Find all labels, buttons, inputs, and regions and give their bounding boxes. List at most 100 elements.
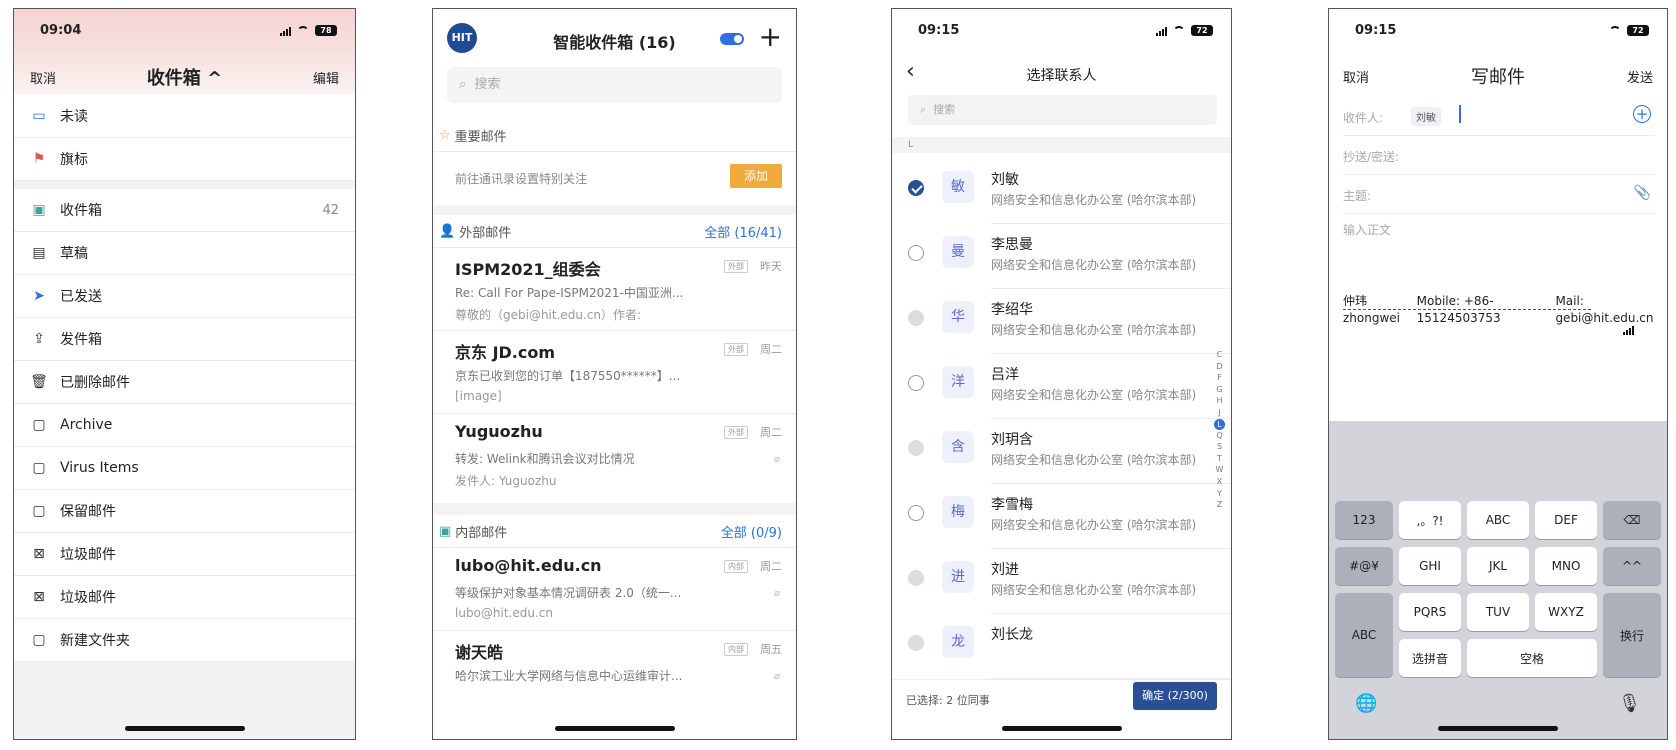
mailbox-item[interactable]: ▢ 新建文件夹 [14,619,355,662]
key-newline[interactable]: 换行 [1603,593,1661,677]
index-letter[interactable]: D [1216,361,1222,373]
compose-plus-icon[interactable]: + [759,23,782,51]
index-letter[interactable]: Y [1217,488,1222,500]
text-cursor [1459,105,1461,123]
contact-row[interactable]: 华 李绍华 网络安全和信息化办公室 (哈尔滨本部) [892,285,1231,354]
index-letter[interactable]: W [1216,464,1224,476]
mail-list-item[interactable]: 京东 JD.com 外部 周二 京东已收到您的订单【187550******】... [… [433,330,796,413]
to-field[interactable]: 收件人: 刘敏 + [1343,97,1655,136]
signal-icon [280,26,291,36]
key-punctuation[interactable]: ,。?! [1399,501,1461,539]
contact-row[interactable]: 敏 刘敏 网络安全和信息化办公室 (哈尔滨本部) [892,155,1231,224]
body-input[interactable]: 输入正文 [1343,221,1391,238]
subject-field[interactable]: 主题: 📎 [1343,175,1655,214]
index-letter[interactable]: S [1217,441,1222,453]
index-letter[interactable]: C [1217,349,1223,361]
mailbox-item[interactable]: ▣ 收件箱 42 [14,189,355,232]
index-letter[interactable]: Z [1217,499,1222,511]
select-radio[interactable] [908,440,924,456]
select-radio[interactable] [908,375,924,391]
index-letter[interactable]: X [1217,476,1222,488]
key-pinyin[interactable]: 选拼音 [1399,639,1461,677]
inbox-icon: ▣ [32,202,46,218]
select-radio[interactable] [908,635,924,651]
mailbox-item[interactable]: ⊠ 垃圾邮件 [14,533,355,576]
key-space[interactable]: 空格 [1467,639,1597,677]
contact-row[interactable]: 含 刘玥含 网络安全和信息化办公室 (哈尔滨本部) [892,415,1231,484]
cc-bcc-field[interactable]: 抄送/密送: [1343,136,1655,175]
mailbox-item[interactable]: ▤ 草稿 [14,232,355,275]
index-letter[interactable]: J [1218,407,1220,419]
mail-list-item[interactable]: ISPM2021_组委会 外部 昨天 Re: Call For Pape-ISPM20… [433,247,796,330]
send-button[interactable]: 发送 [1627,67,1653,86]
select-radio[interactable] [908,245,924,261]
contact-row[interactable]: 梅 李雪梅 网络安全和信息化办公室 (哈尔滨本部) [892,480,1231,549]
globe-icon[interactable]: 🌐 [1355,693,1377,714]
mailbox-item[interactable]: 🗑 已删除邮件 [14,361,355,404]
key-abc-mode[interactable]: ABC [1335,593,1393,677]
index-letter[interactable]: L [1214,418,1225,430]
mailbox-item[interactable]: ▢ Archive [14,404,355,447]
contact-row[interactable]: 洋 吕洋 网络安全和信息化办公室 (哈尔滨本部) [892,350,1231,419]
contact-row[interactable]: 曼 李思曼 网络安全和信息化办公室 (哈尔滨本部) [892,220,1231,289]
mailbox-item[interactable]: ⚑ 旗标 [14,138,355,181]
mailbox-item-label: 旗标 [60,152,88,168]
smart-mode-toggle[interactable] [720,33,744,45]
index-letter[interactable]: F [1217,372,1222,384]
mailbox-item[interactable]: ⇪ 发件箱 [14,318,355,361]
contact-row[interactable]: 进 刘进 网络安全和信息化办公室 (哈尔滨本部) [892,545,1231,614]
select-radio[interactable] [908,570,924,586]
folder-icon: ▢ [32,417,46,433]
mail-list-item[interactable]: lubo@hit.edu.cn 内部 周二 等级保护对象基本情况调研表 2.0（统一.… [433,547,796,630]
select-radio[interactable] [908,505,924,521]
edit-button[interactable]: 编辑 [313,68,339,87]
key-ghi[interactable]: GHI [1399,547,1461,585]
backspace-key[interactable]: ⌫ [1603,501,1661,539]
key-mno[interactable]: MNO [1535,547,1597,585]
search-input[interactable]: ⌕ 搜索 [447,67,782,103]
key-tuv[interactable]: TUV [1467,593,1529,631]
mail-date: 周二 [760,426,782,439]
mailbox-item[interactable]: ⊠ 垃圾邮件 [14,576,355,619]
add-button[interactable]: 添加 [730,164,782,188]
index-letter[interactable]: H [1216,395,1222,407]
status-bar: 09:15 72 [918,23,1213,43]
mail-list-item[interactable]: Yuguozhu 外部 周二 转发: Welink和腾讯会议对比情况 ⌀ 发件人: Yug… [433,413,796,496]
microphone-icon[interactable]: 🎙 [1618,693,1641,714]
key-pqrs[interactable]: PQRS [1399,593,1461,631]
confirm-button[interactable]: 确定 (2/300) [1133,682,1217,710]
key-emoji[interactable]: ^^ [1603,547,1661,585]
search-input[interactable]: ⌕ 搜索 [908,95,1217,125]
contact-name: 李思曼 [991,237,1033,253]
mail-tag: 外部 [724,343,748,356]
key-jkl[interactable]: JKL [1467,547,1529,585]
key-abc[interactable]: ABC [1467,501,1529,539]
attachment-icon[interactable]: 📎 [1634,185,1651,201]
add-recipient-icon[interactable]: + [1633,105,1651,123]
external-all-link[interactable]: 全部 (16/41) [704,222,782,241]
signature-block: 仲玮 zhongwei Mobile: +86-15124503753 Mail… [1343,294,1667,327]
index-letter[interactable]: G [1216,384,1222,396]
mail-list-item[interactable]: 谢天皓 内部 周五 哈尔滨工业大学网络与信息中心运维审计... ⌀ [433,630,796,713]
internal-all-link[interactable]: 全部 (0/9) [721,522,782,541]
index-letter[interactable]: T [1217,453,1222,465]
key-def[interactable]: DEF [1535,501,1597,539]
mailbox-item[interactable]: ➤ 已发送 [14,275,355,318]
mailbox-title-dropdown[interactable]: 收件箱 ^ [14,64,355,90]
index-letter[interactable]: Q [1216,430,1222,442]
mailbox-item[interactable]: ▢ 保留邮件 [14,490,355,533]
search-icon: ⌕ [459,77,467,92]
key-wxyz[interactable]: WXYZ [1535,593,1597,631]
key-symbols[interactable]: #@¥ [1335,547,1393,585]
recipient-chip[interactable]: 刘敏 [1411,107,1441,126]
select-radio[interactable] [908,180,924,196]
mailbox-item[interactable]: ▭ 未读 [14,95,355,138]
select-radio[interactable] [908,310,924,326]
key-123[interactable]: 123 [1335,501,1393,539]
contact-row[interactable]: 龙 刘长龙 [892,610,1231,679]
home-indicator [554,726,675,731]
mail-sender: 谢天皓 [455,643,504,662]
mailbox-item-label: 新建文件夹 [60,633,130,649]
alphabet-index[interactable]: CDFGHJLQSTWXYZ [1214,349,1225,511]
mailbox-item[interactable]: ▢ Virus Items [14,447,355,490]
